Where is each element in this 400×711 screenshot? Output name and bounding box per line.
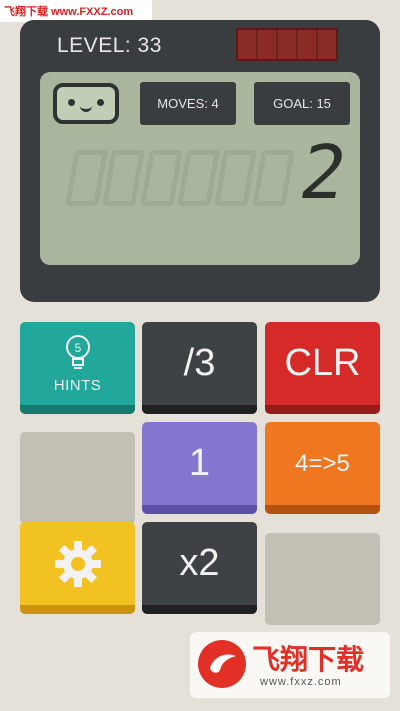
hints-label: HINTS	[53, 377, 102, 394]
smiley-face-icon	[53, 83, 119, 124]
level-label: LEVEL: 33	[57, 34, 162, 57]
settings-button[interactable]	[20, 522, 135, 614]
lightbulb-icon: 5	[65, 335, 90, 369]
lcd-ghost-digits	[65, 150, 295, 210]
watermark-title: 飞翔下载	[252, 644, 365, 675]
lcd-screen: MOVES: 4 GOAL: 15 2	[40, 72, 360, 265]
watermark-logo-icon	[198, 640, 246, 688]
watermark-top: 飞翔下载 www.FXXZ.com	[0, 0, 152, 22]
hints-button[interactable]: 5 HINTS	[20, 322, 135, 414]
display-value: 2	[293, 130, 354, 216]
watermark-url: www.fxxz.com	[260, 676, 342, 688]
solar-panel-icon	[236, 28, 338, 61]
moves-badge: MOVES: 4	[140, 82, 236, 125]
hints-count: 5	[74, 341, 81, 355]
convert-four-to-five-button[interactable]: 4=>5	[265, 422, 380, 514]
goal-badge: GOAL: 15	[254, 82, 350, 125]
empty-key-slot	[265, 533, 380, 625]
clear-button[interactable]: CLR	[265, 322, 380, 414]
calculator-body: LEVEL: 33 MOVES: 4 GOAL: 15 2	[20, 20, 380, 302]
multiply-two-button[interactable]: x2	[142, 522, 257, 614]
divide-three-button[interactable]: /3	[142, 322, 257, 414]
empty-key-slot	[20, 432, 135, 524]
watermark-bottom: 飞翔下载 www.fxxz.com	[190, 632, 390, 698]
gear-icon	[54, 540, 101, 587]
append-one-button[interactable]: 1	[142, 422, 257, 514]
